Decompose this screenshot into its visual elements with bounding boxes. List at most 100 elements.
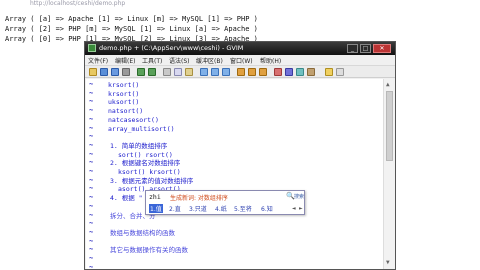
menu-syntax[interactable]: 语法(S) [169, 56, 190, 65]
ime-search-label[interactable]: 搜索 [294, 193, 304, 200]
editor-line[interactable]: ~ [86, 263, 383, 269]
load-session-icon[interactable] [237, 68, 245, 76]
ime-candidate-1[interactable]: 1.值 [149, 204, 163, 213]
editor-line[interactable]: ~ 其它与数据操作有关的函数 [86, 245, 383, 255]
ime-new-word-hint[interactable]: 生成新词: 对数组排序 [170, 193, 228, 202]
editor-line[interactable]: ~ natcasesort() [86, 114, 383, 125]
editor-line-text: 2. 根据键名对数组排序 [110, 159, 181, 168]
tilde-marker: ~ [89, 219, 94, 228]
editor-line-text: ksort() krsort() [118, 168, 181, 176]
menu-tools[interactable]: 工具(T) [142, 56, 162, 65]
scroll-up-arrow[interactable]: ▲ [386, 81, 390, 88]
editor-line-text: natcasesort() [108, 115, 159, 124]
menu-window[interactable]: 窗口(W) [230, 56, 253, 65]
tilde-marker: ~ [89, 88, 94, 97]
print-icon[interactable] [122, 68, 130, 76]
gvim-title: demo.php + (C:\AppServ\www\ceshi) - GVIM [99, 44, 244, 52]
jump-tag-icon[interactable] [307, 68, 315, 76]
menu-buffers[interactable]: 缓冲区(B) [196, 56, 223, 65]
output-line-2: Array ( [2] => PHP [m] => MySQL [1] => L… [5, 25, 258, 33]
tilde-marker: ~ [89, 123, 94, 132]
scroll-down-arrow[interactable]: ▼ [386, 259, 390, 266]
tilde-marker: ~ [89, 149, 94, 158]
tilde-marker: ~ [89, 227, 94, 236]
menu-file[interactable]: 文件(F) [88, 56, 108, 65]
editor-line-text: 3. 根据元素的值对数组排序 [110, 176, 194, 185]
gvim-toolbar [85, 66, 395, 78]
tilde-marker: ~ [89, 158, 94, 167]
ime-candidate-3[interactable]: 3.只道 [189, 204, 207, 213]
replace-icon[interactable] [200, 68, 208, 76]
tilde-marker: ~ [89, 132, 94, 141]
editor-line[interactable]: ~ krsort() [86, 88, 383, 99]
editor-line[interactable]: ~3. 根据元素的值对数组排序 [86, 176, 383, 186]
ime-page-next[interactable]: ► [299, 205, 303, 212]
gvim-scrollbar[interactable]: ▲ ▼ [383, 79, 395, 269]
editor-line[interactable]: ~ [86, 132, 383, 142]
ime-candidate-2[interactable]: 2.直 [169, 204, 181, 213]
editor-line-text: natsort() [108, 107, 144, 116]
menu-help[interactable]: 帮助(H) [260, 56, 281, 65]
ime-candidate-6[interactable]: 6.知 [261, 204, 273, 213]
menu-edit[interactable]: 编辑(E) [115, 56, 135, 65]
tilde-marker: ~ [89, 201, 94, 210]
ctags-icon[interactable] [296, 68, 304, 76]
gvim-titlebar[interactable]: demo.php + (C:\AppServ\www\ceshi) - GVIM… [85, 42, 395, 55]
close-button[interactable]: ✕ [373, 44, 391, 53]
tilde-marker: ~ [89, 254, 94, 262]
editor-line[interactable]: ~ uksort() [86, 97, 383, 107]
tilde-marker: ~ [89, 97, 94, 106]
find-prev-icon[interactable] [222, 68, 230, 76]
browser-address-bar[interactable]: http://localhost/ceshi/demo.php [0, 0, 480, 10]
save-session-icon[interactable] [248, 68, 256, 76]
editor-line[interactable]: ~ ksort() krsort() [86, 167, 383, 177]
tilde-marker: ~ [89, 245, 94, 254]
gvim-editor[interactable]: ~ krsort() ~ krsort() ~ uksort() ~ natsort() ~ na… [86, 79, 383, 269]
find-next-icon[interactable] [211, 68, 219, 76]
gvim-menubar: 文件(F) 编辑(E) 工具(T) 语法(S) 缓冲区(B) 窗口(W) 帮助(… [85, 55, 395, 66]
help-icon[interactable] [325, 68, 333, 76]
editor-line-text: sort() rsort() [118, 150, 173, 159]
gvim-window[interactable]: demo.php + (C:\AppServ\www\ceshi) - GVIM… [84, 41, 396, 270]
ime-page-prev[interactable]: ◄ [292, 205, 296, 212]
save-icon[interactable] [100, 68, 108, 76]
editor-line[interactable]: ~ array_multisort() [86, 123, 383, 134]
find-help-icon[interactable] [336, 68, 344, 76]
php-output: Array ( [a] => Apache [1] => Linux [m] =… [5, 14, 258, 44]
redo-icon[interactable] [148, 68, 156, 76]
ime-candidate-4[interactable]: 4.纸 [215, 204, 227, 213]
editor-line[interactable]: ~ [86, 254, 383, 264]
make-icon[interactable] [274, 68, 282, 76]
ime-candidate-popup[interactable]: zhi 生成新词: 对数组排序 🔍 搜索 1.值 2.直 3.只道 4.纸 5.… [145, 190, 305, 215]
copy-icon[interactable] [174, 68, 182, 76]
open-icon[interactable] [89, 68, 97, 76]
editor-line[interactable]: ~2. 根据键名对数组排序 [86, 158, 383, 168]
editor-line[interactable]: ~1. 简单的数组排序 [86, 141, 383, 151]
tilde-marker: ~ [89, 167, 94, 175]
output-line-1: Array ( [a] => Apache [1] => Linux [m] =… [5, 15, 258, 23]
ime-candidate-5[interactable]: 5.至将 [234, 204, 252, 213]
tilde-marker: ~ [89, 114, 94, 123]
editor-line[interactable]: ~ krsort() [86, 80, 383, 90]
tilde-marker: ~ [89, 193, 94, 202]
run-script-icon[interactable] [259, 68, 267, 76]
minimize-button[interactable]: _ [347, 44, 358, 53]
save-all-icon[interactable] [111, 68, 119, 76]
browser-url-text: http://localhost/ceshi/demo.php [30, 0, 126, 7]
editor-line[interactable]: ~ [86, 219, 383, 229]
ime-pinyin: zhi [149, 193, 161, 201]
tilde-marker: ~ [89, 210, 94, 219]
editor-line[interactable]: ~ 数组与数据结构的函数 [86, 227, 383, 238]
editor-line-text: 数组与数据结构的函数 [110, 228, 175, 237]
ime-candidates: 1.值 2.直 3.只道 4.纸 5.至将 6.知 [149, 204, 289, 214]
editor-line[interactable]: ~ natsort() [86, 106, 383, 116]
editor-line-text: array_multisort() [108, 124, 175, 133]
maximize-button[interactable]: □ [360, 44, 371, 53]
undo-icon[interactable] [137, 68, 145, 76]
paste-icon[interactable] [185, 68, 193, 76]
scroll-thumb[interactable] [386, 91, 393, 161]
shell-icon[interactable] [285, 68, 293, 76]
editor-line-text: 其它与数据操作有关的函数 [110, 246, 188, 255]
tilde-marker: ~ [89, 80, 94, 88]
cut-icon[interactable] [163, 68, 171, 76]
